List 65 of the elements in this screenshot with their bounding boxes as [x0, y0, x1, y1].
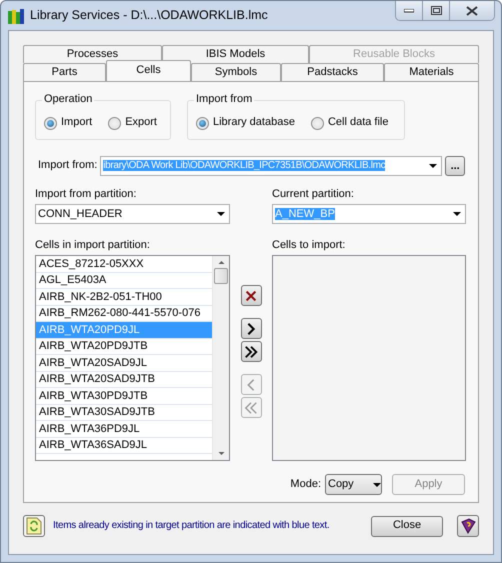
list-item[interactable]: AIRB_NK-2B2-051-TH00 — [36, 289, 212, 306]
group-title: Import from — [194, 93, 254, 106]
field-label: Current partition: — [272, 188, 355, 202]
radio-label: Cell data file — [328, 116, 388, 130]
tab[interactable]: Processes — [23, 45, 162, 63]
maximize-button[interactable] — [423, 1, 450, 20]
close-icon — [466, 6, 478, 16]
window-title: Library Services - D:\...\ODAWORKLIB.lmc — [30, 8, 268, 23]
dropdown-arrow-icon — [373, 482, 381, 487]
radio-button[interactable] — [44, 116, 57, 130]
minimize-icon — [404, 8, 414, 12]
field-label: Import from partition: — [35, 188, 138, 202]
radio-button[interactable] — [196, 116, 209, 130]
scroll-thumb[interactable] — [214, 268, 228, 284]
tab[interactable]: IBIS Models — [162, 45, 309, 63]
dropdown-value: A_NEW_BP — [275, 208, 335, 220]
list-label: Cells to import: — [272, 239, 346, 252]
close-button[interactable] — [450, 1, 494, 20]
list-item[interactable]: AIRB_WTA30SAD9JTB — [36, 404, 212, 422]
list-item[interactable]: AIRB_WTA30PD9JTB — [36, 388, 212, 405]
radio-label: Export — [125, 116, 157, 130]
add-button[interactable] — [240, 318, 262, 340]
list-item[interactable]: AIRB_WTA20SAD9JTB — [36, 372, 212, 388]
info-message: Items already existing in target partition are indicated with blue text. — [53, 520, 330, 532]
list-item[interactable]: ACES_87212-05XXX — [36, 256, 212, 273]
dropdown-value: CONN_HEADER — [38, 208, 122, 220]
list-item[interactable]: AIRB_WTA20PD9JTB — [36, 338, 212, 356]
tab[interactable]: Cells — [106, 60, 191, 81]
list-item[interactable]: AIRB_WTA36PD9JL — [36, 421, 212, 438]
x-icon — [244, 288, 258, 303]
browse-button[interactable]: ... — [445, 156, 465, 176]
target-cells-list[interactable] — [272, 255, 466, 462]
dropdown-arrow-icon — [217, 212, 225, 216]
source-cells-list[interactable] — [35, 255, 230, 462]
tab[interactable]: Padstacks — [281, 63, 384, 81]
list-item[interactable]: AIRB_WTA36SAD9JL — [36, 438, 212, 454]
help-button[interactable] — [457, 515, 479, 537]
tab[interactable]: Materials — [384, 63, 479, 81]
double-chevron-right-icon — [244, 344, 258, 359]
minimize-button[interactable] — [396, 1, 423, 20]
partition-dropdown[interactable]: CONN_HEADER — [35, 204, 230, 224]
group-title: Operation — [42, 93, 94, 106]
dropdown-arrow-icon — [453, 212, 461, 216]
list-item[interactable]: AIRB_WTA20SAD9JL — [36, 355, 212, 372]
close-button[interactable]: Close — [371, 516, 443, 536]
scrollbar[interactable] — [212, 256, 229, 460]
double-chevron-left-icon — [244, 400, 258, 415]
mode-dropdown[interactable]: Copy — [325, 474, 382, 496]
dropdown-value: ibrary\ODA Work Lib\ODAWORKLIB_IPC7351B\ODAWORKLIB.lmc — [103, 160, 386, 171]
radio-button[interactable] — [310, 116, 324, 130]
field-label: Mode: — [290, 478, 321, 492]
list-item[interactable]: AGL_E5403A — [36, 272, 212, 290]
radio-label: Library database — [213, 116, 295, 130]
refresh-button[interactable] — [23, 515, 45, 537]
radio-label: Import — [61, 116, 92, 130]
field-label: Import from: — [38, 159, 98, 173]
maximize-icon — [430, 6, 442, 15]
remove-button[interactable] — [240, 285, 262, 306]
radio-button[interactable] — [108, 116, 122, 130]
dropdown-arrow-icon — [429, 164, 438, 168]
tab[interactable]: Symbols — [191, 63, 281, 81]
refresh-document-icon — [26, 517, 42, 535]
list-label: Cells in import partition: — [35, 239, 151, 252]
add-all-button[interactable] — [240, 341, 262, 362]
tab[interactable]: Parts — [23, 63, 106, 81]
